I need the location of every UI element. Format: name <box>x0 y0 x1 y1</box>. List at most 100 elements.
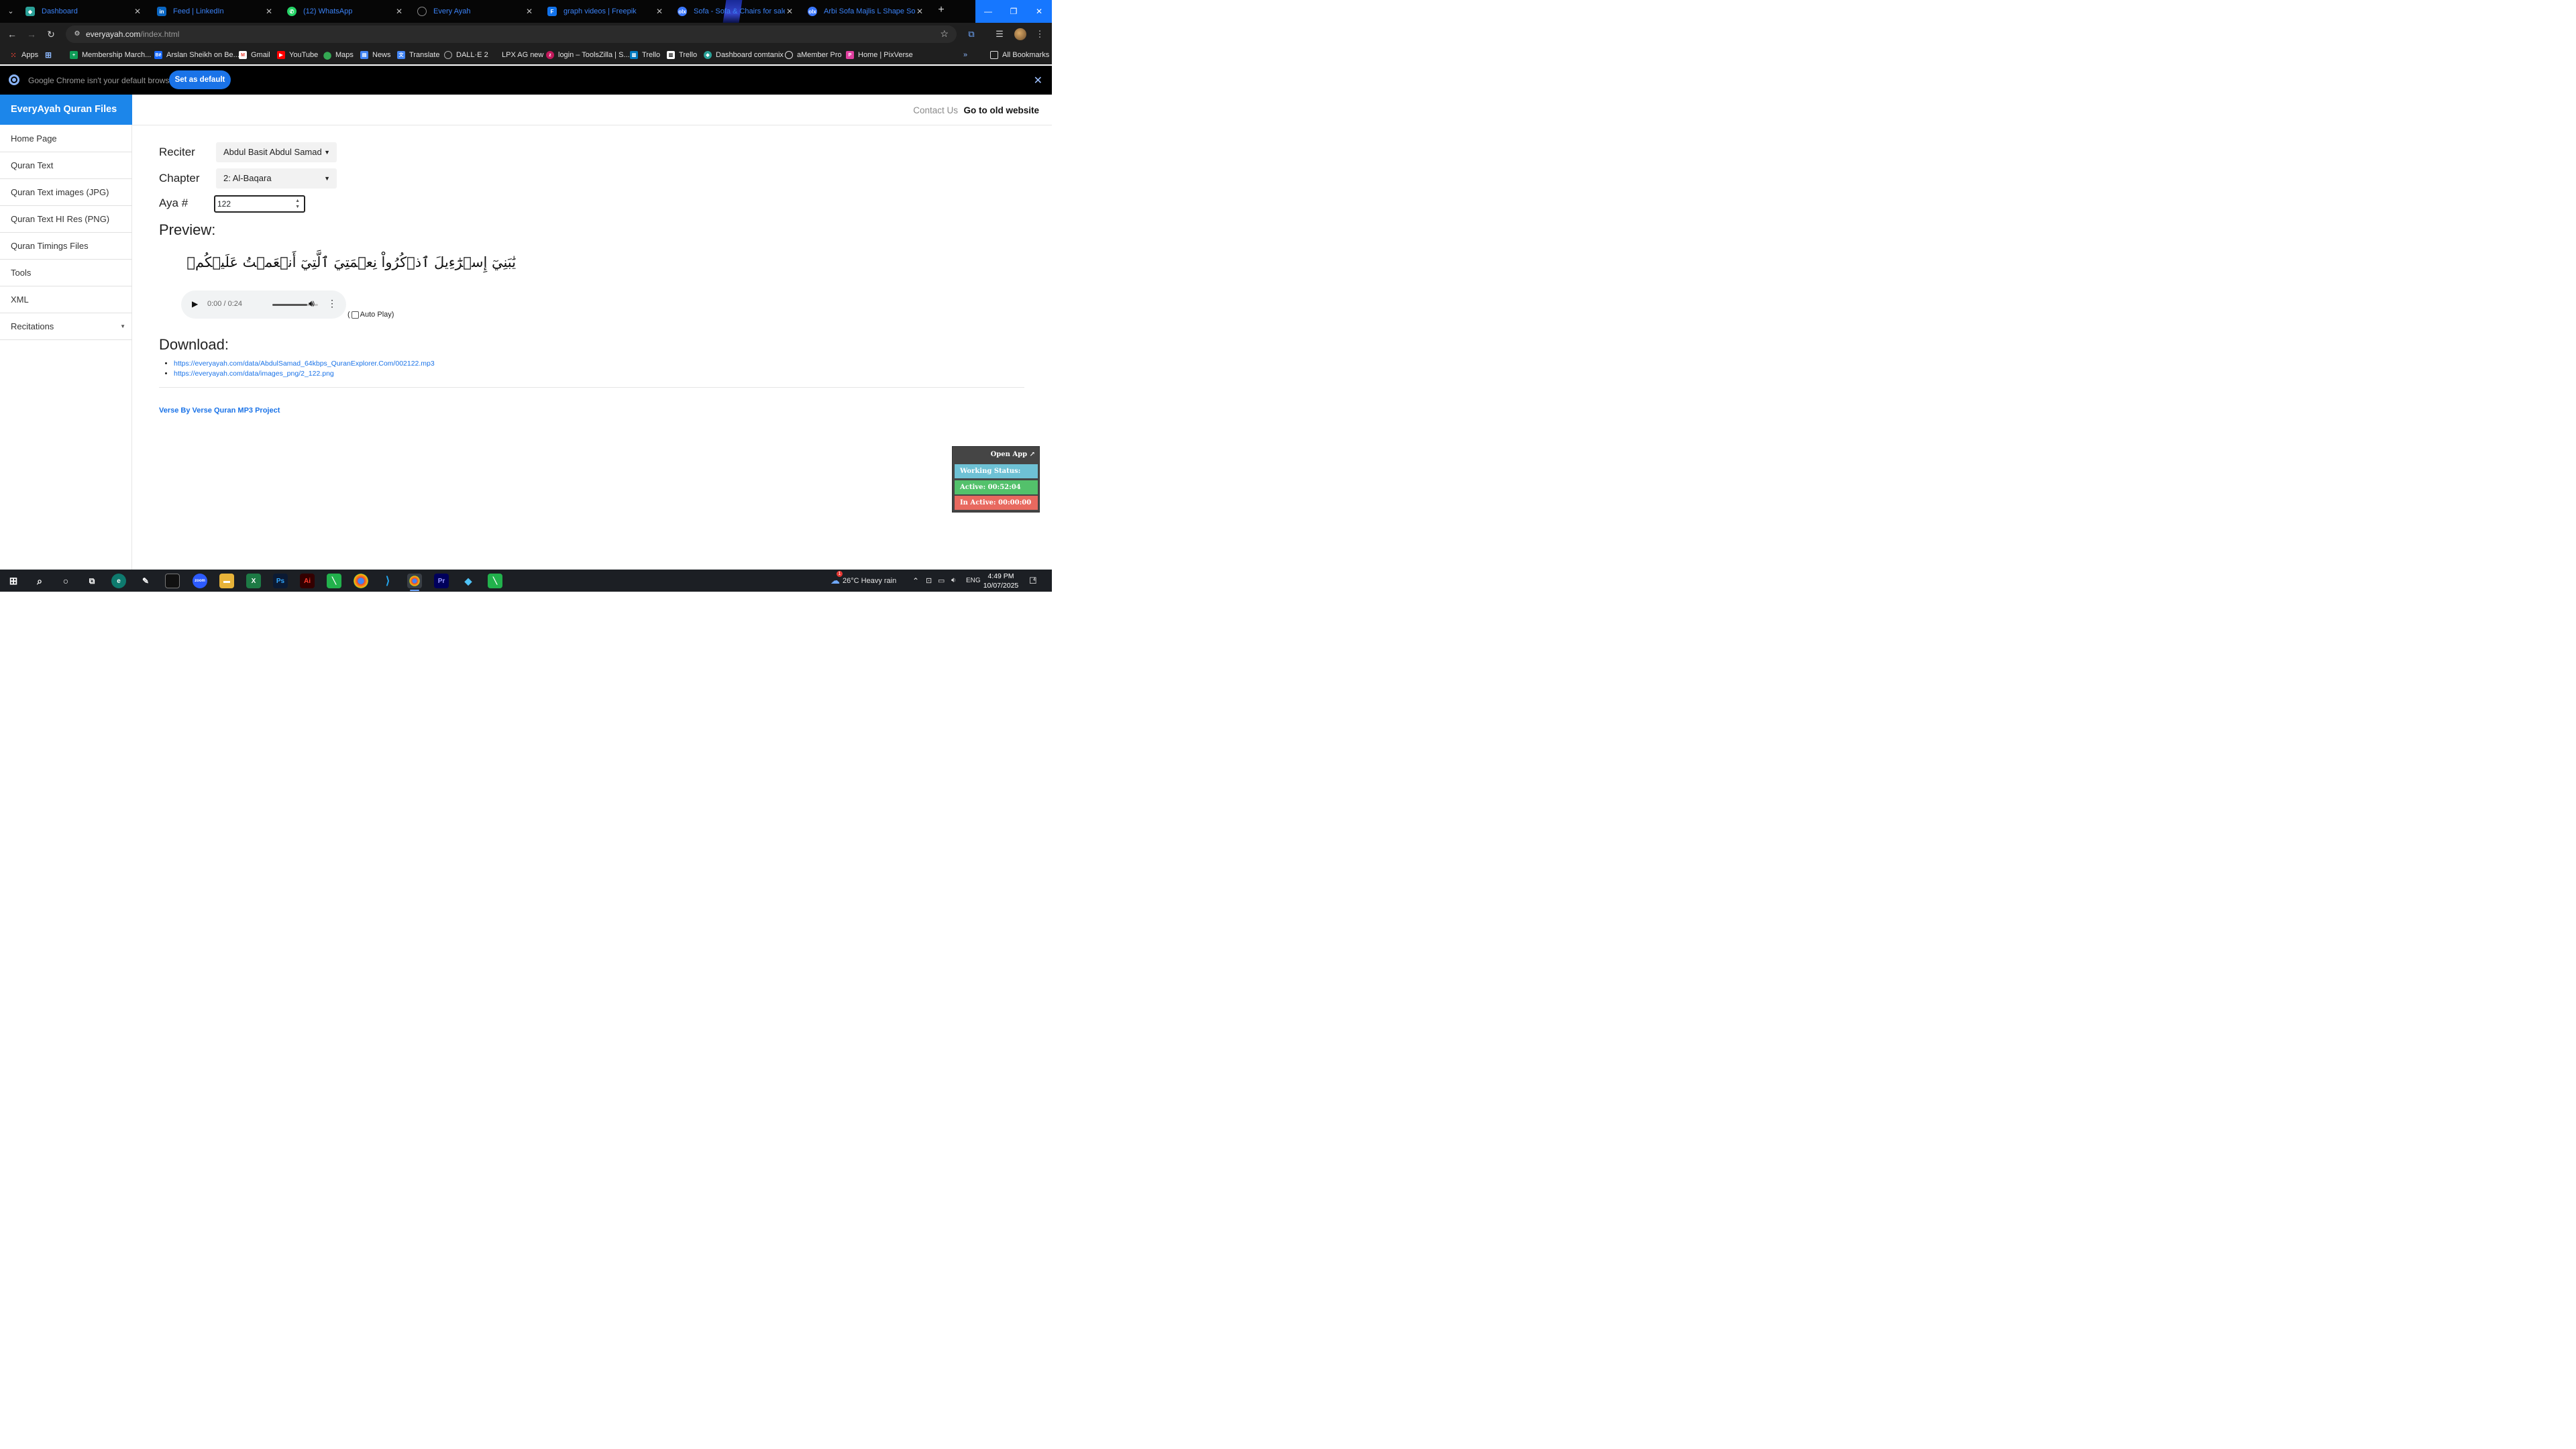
mp3-download-link[interactable]: https://everyayah.com/data/AbdulSamad_64… <box>174 360 435 368</box>
close-tab-icon[interactable]: ✕ <box>264 7 274 16</box>
excel-icon[interactable]: X <box>246 574 261 588</box>
volume-icon[interactable]: 🔊︎ <box>309 298 315 309</box>
close-tab-icon[interactable]: ✕ <box>915 7 924 16</box>
windows-start-icon[interactable]: ⊞ <box>6 574 21 588</box>
audio-player[interactable]: ▶ 0:00 / 0:24 🔊︎ ⋮ <box>181 290 346 319</box>
site-info-icon[interactable]: ⚙ <box>72 30 82 39</box>
weather-widget[interactable]: ☁ 1 26°C Heavy rain <box>830 570 896 592</box>
show-hidden-icons-chevron-icon[interactable]: ⌃ <box>912 570 919 592</box>
close-tab-icon[interactable]: ✕ <box>525 7 534 16</box>
minimize-window-icon[interactable]: — <box>975 0 1001 23</box>
bookmark-trello-1[interactable]: ▥ Trello <box>630 50 660 60</box>
chapter-select[interactable]: 2: Al-Baqara ▼ <box>216 168 337 189</box>
sidebar-item-quran-timings[interactable]: Quran Timings Files <box>0 233 132 260</box>
bookmark-star-icon[interactable]: ☆ <box>940 28 949 40</box>
sidebar-item-recitations[interactable]: Recitations ▼ <box>0 313 132 340</box>
site-brand[interactable]: EveryAyah Quran Files <box>0 95 132 125</box>
file-explorer-icon[interactable]: ▬ <box>219 574 234 588</box>
tab-olx-sofa[interactable]: olx Sofa - Sofa & Chairs for sale in ✕ <box>672 3 800 20</box>
diamond-app-icon[interactable]: ◆ <box>461 574 476 588</box>
chrome-icon[interactable] <box>354 574 368 588</box>
chrome-profile-active-icon[interactable] <box>407 574 422 588</box>
close-tab-icon[interactable]: ✕ <box>133 7 142 16</box>
number-spinner-icon[interactable]: ▲ ▼ <box>295 198 300 210</box>
open-app-button[interactable]: Open App ↗ <box>991 451 1035 458</box>
edge-icon[interactable]: e <box>111 574 126 588</box>
green-app-icon[interactable]: ╲ <box>488 574 502 588</box>
bookmark-toolszilla[interactable]: z login – ToolsZilla | S... <box>546 50 630 60</box>
bookmark-amember[interactable]: aMember Pro <box>785 50 842 60</box>
bookmark-pixverse[interactable]: P Home | PixVerse <box>846 50 913 60</box>
reciter-select[interactable]: Abdul Basit Abdul Samad ▼ <box>216 142 337 162</box>
close-window-icon[interactable]: ✕ <box>1026 0 1052 23</box>
sidebar-item-quran-text-hi-res[interactable]: Quran Text HI Res (PNG) <box>0 206 132 233</box>
bookmark-behance[interactable]: Bē Arslan Sheikh on Be... <box>154 50 239 60</box>
bookmark-lpx[interactable]: LPX AG new <box>490 50 543 60</box>
sidebar-item-tools[interactable]: Tools <box>0 260 132 286</box>
tab-search-chevron-icon[interactable]: ⌄ <box>3 4 19 19</box>
aya-number-input[interactable]: 122 ▲ ▼ <box>214 195 305 213</box>
close-infobar-icon[interactable]: ✕ <box>1034 74 1042 87</box>
autoplay-option[interactable]: ( Auto Play) <box>347 311 394 319</box>
bookmark-gmail[interactable]: M Gmail <box>239 50 270 60</box>
network-icon[interactable]: ▭ <box>938 570 945 592</box>
close-tab-icon[interactable]: ✕ <box>655 7 664 16</box>
autoplay-checkbox[interactable] <box>351 311 359 319</box>
forward-arrow-icon[interactable]: → <box>24 28 39 41</box>
close-tab-icon[interactable]: ✕ <box>785 7 794 16</box>
premiere-icon[interactable]: Pr <box>434 574 449 588</box>
meet-now-icon[interactable]: ⊡ <box>926 570 932 592</box>
notification-center-icon[interactable]: ☐ 4 <box>1029 570 1037 592</box>
contact-us-link[interactable]: Contact Us <box>913 105 958 115</box>
bookmark-news[interactable]: ▤ News <box>360 50 391 60</box>
bookmark-membership[interactable]: + Membership March... <box>70 50 151 60</box>
more-bookmarks-chevron-icon[interactable]: » <box>963 50 967 60</box>
play-icon[interactable]: ▶ <box>192 299 198 309</box>
task-view-icon[interactable]: ⧉ <box>85 574 99 588</box>
bookmark-youtube[interactable]: ▶ YouTube <box>277 50 318 60</box>
url-text[interactable]: everyayah.com/index.html <box>86 30 179 39</box>
footer-project-link[interactable]: Verse By Verse Quran MP3 Project <box>159 407 280 415</box>
more-options-icon[interactable]: ⋮ <box>327 298 337 309</box>
language-indicator[interactable]: ENG <box>966 570 981 592</box>
sidebar-item-quran-text-images[interactable]: Quran Text images (JPG) <box>0 179 132 206</box>
reload-icon[interactable]: ↻ <box>44 28 58 41</box>
sidebar-item-home-page[interactable]: Home Page <box>0 125 132 152</box>
close-tab-icon[interactable]: ✕ <box>394 7 404 16</box>
old-website-link[interactable]: Go to old website <box>963 105 1039 115</box>
sidebar-item-xml[interactable]: XML <box>0 286 132 313</box>
pen-tool-icon[interactable]: ✎ <box>138 574 153 588</box>
all-bookmarks-button[interactable]: All Bookmarks <box>990 50 1049 60</box>
bookmark-dalle[interactable]: DALL·E 2 <box>444 50 488 60</box>
chrome-menu-icon[interactable]: ⋮ <box>1033 28 1046 40</box>
bookmark-maps[interactable]: ⬤ Maps <box>323 50 354 60</box>
photoshop-icon[interactable]: Ps <box>273 574 288 588</box>
cortana-circle-icon[interactable]: ○ <box>58 574 73 588</box>
set-as-default-button[interactable]: Set as default <box>169 70 231 89</box>
tab-freepik[interactable]: F graph videos | Freepik ✕ <box>542 3 669 20</box>
restore-window-icon[interactable]: ❐ <box>1001 0 1026 23</box>
tab-linkedin[interactable]: in Feed | LinkedIn ✕ <box>152 3 279 20</box>
tab-dashboard[interactable]: ◆ Dashboard ✕ <box>20 3 148 20</box>
bookmark-tab-groups[interactable]: ⊞ <box>44 50 56 60</box>
tab-every-ayah[interactable]: Every Ayah ✕ <box>412 3 539 20</box>
system-clock[interactable]: 4:49 PM 10/07/2025 <box>981 572 1021 590</box>
tab-olx-arbi-sofa[interactable]: olx Arbi Sofa Majlis L Shape Sofa - ✕ <box>802 3 930 20</box>
media-control-icon[interactable]: ☰ <box>993 28 1006 40</box>
sidebar-item-quran-text[interactable]: Quran Text <box>0 152 132 179</box>
extension-icon[interactable]: ⧉ <box>965 28 978 40</box>
bookmark-translate[interactable]: 文 Translate <box>397 50 439 60</box>
back-arrow-icon[interactable]: ← <box>5 28 19 41</box>
green-app-icon[interactable]: ╲ <box>327 574 341 588</box>
terminal-icon[interactable] <box>165 574 180 588</box>
bookmark-trello-2[interactable]: ▥ Trello <box>667 50 697 60</box>
vscode-icon[interactable]: ⟩ <box>380 574 395 588</box>
bookmark-apps[interactable]: ⁙ Apps <box>9 50 38 60</box>
zoom-icon[interactable]: zoom <box>193 574 207 588</box>
volume-tray-icon[interactable]: 🔉︎ <box>951 570 956 592</box>
profile-avatar[interactable] <box>1014 28 1026 40</box>
bookmark-comtanix[interactable]: ◆ Dashboard comtanix <box>704 50 784 60</box>
illustrator-icon[interactable]: Ai <box>300 574 315 588</box>
search-icon[interactable]: ⌕ <box>32 574 47 588</box>
address-bar[interactable]: ⚙ everyayah.com/index.html ☆ <box>66 25 957 43</box>
